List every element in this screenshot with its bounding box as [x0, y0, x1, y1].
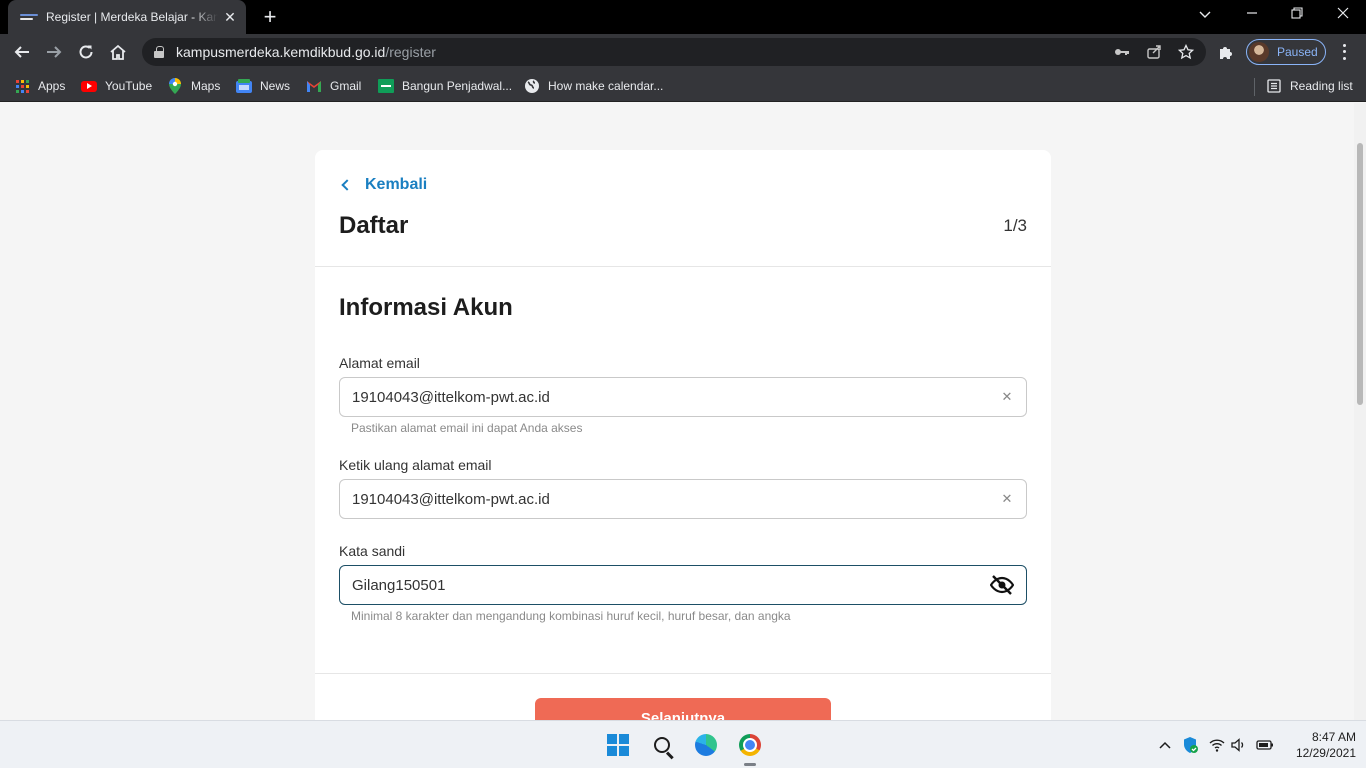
browser-toolbar: kampusmerdeka.kemdikbud.go.id /register …: [0, 34, 1366, 70]
footer-divider: [315, 673, 1051, 674]
email-confirm-input[interactable]: [352, 490, 1000, 508]
browser-tab[interactable]: Register | Merdeka Belajar - Kampus Merd…: [8, 0, 246, 34]
password-field[interactable]: [339, 565, 1027, 605]
home-icon[interactable]: [106, 40, 130, 64]
clear-email-icon[interactable]: ✕: [1000, 389, 1014, 404]
url-host: kampusmerdeka.kemdikbud.go.id: [176, 44, 386, 60]
address-bar[interactable]: kampusmerdeka.kemdikbud.go.id /register: [142, 38, 1206, 66]
email-input[interactable]: [352, 388, 1000, 406]
bookmark-label: News: [260, 79, 291, 93]
extensions-puzzle-icon[interactable]: [1214, 40, 1238, 64]
eye-off-icon[interactable]: [990, 573, 1014, 597]
password-hint: Minimal 8 karakter dan mengandung kombin…: [351, 609, 791, 623]
page-title: Daftar: [339, 212, 409, 239]
tab-title: Register | Merdeka Belajar - Kampus Merd…: [46, 10, 218, 24]
back-link-label: Kembali: [365, 176, 428, 193]
profile-button[interactable]: Paused: [1246, 39, 1326, 65]
globe-icon: [524, 78, 540, 94]
page-scrollbar[interactable]: [1354, 103, 1366, 720]
active-app-indicator: [744, 763, 756, 766]
bookmarks-divider: [1254, 78, 1255, 96]
browser-menu-icon[interactable]: [1336, 42, 1352, 62]
taskbar: 8:47 AM 12/29/2021: [0, 720, 1366, 768]
site-favicon-icon: [20, 12, 38, 22]
tab-close-icon[interactable]: ✕: [222, 9, 238, 26]
clock-time: 8:47 AM: [1311, 730, 1356, 744]
bookmark-apps[interactable]: Apps: [14, 76, 65, 96]
close-window-button[interactable]: [1333, 6, 1353, 22]
lock-icon[interactable]: [154, 46, 164, 58]
back-arrow-icon[interactable]: [10, 40, 34, 64]
next-button[interactable]: Selanjutnya: [535, 698, 831, 720]
reading-list-label: Reading list: [1290, 79, 1353, 93]
bookmarks-bar: Apps YouTube Maps News Gmail Bangun Penj…: [0, 70, 1366, 102]
back-link[interactable]: Kembali: [339, 176, 427, 194]
key-icon[interactable]: [1112, 42, 1132, 62]
battery-icon[interactable]: [1256, 735, 1274, 755]
email-field[interactable]: ✕: [339, 377, 1027, 417]
email-confirm-field[interactable]: ✕: [339, 479, 1027, 519]
email-label: Alamat email: [339, 355, 420, 371]
system-clock[interactable]: 8:47 AM 12/29/2021: [1280, 729, 1356, 761]
bookmark-label: Gmail: [330, 79, 362, 93]
bookmark-youtube[interactable]: YouTube: [81, 76, 152, 96]
header-divider: [315, 266, 1051, 267]
news-icon: [236, 78, 252, 94]
bookmark-news[interactable]: News: [236, 76, 290, 96]
password-label: Kata sandi: [339, 543, 406, 559]
sheets-icon: [378, 78, 394, 94]
forward-arrow-icon[interactable]: [42, 40, 66, 64]
windows-start-icon[interactable]: [604, 731, 632, 759]
apps-grid-icon: [14, 78, 30, 94]
scrollbar-thumb[interactable]: [1357, 143, 1363, 405]
chevron-left-icon: [341, 179, 353, 191]
gmail-icon: [306, 78, 322, 94]
tab-search-chevron-icon[interactable]: [1195, 6, 1215, 22]
minimize-button[interactable]: [1242, 6, 1262, 22]
maps-icon: [167, 78, 183, 94]
chrome-icon[interactable]: [736, 731, 764, 759]
avatar: [1249, 42, 1269, 62]
bookmark-maps[interactable]: Maps: [167, 76, 220, 96]
search-icon[interactable]: [648, 731, 676, 759]
page-viewport: Kembali Daftar 1/3 Informasi Akun Alamat…: [0, 103, 1366, 720]
section-title: Informasi Akun: [339, 294, 513, 321]
bookmark-star-icon[interactable]: [1176, 42, 1196, 62]
reading-list-button[interactable]: Reading list: [1266, 76, 1353, 96]
clear-email-confirm-icon[interactable]: ✕: [1000, 491, 1014, 506]
bookmark-label: Apps: [38, 79, 66, 93]
profile-status: Paused: [1277, 45, 1318, 59]
reading-list-icon: [1266, 78, 1282, 94]
bookmark-label: Maps: [191, 79, 221, 93]
url-path: /register: [385, 44, 436, 60]
reload-icon[interactable]: [74, 40, 98, 64]
security-shield-icon[interactable]: [1181, 735, 1199, 755]
step-indicator: 1/3: [1003, 216, 1027, 235]
youtube-icon: [81, 78, 97, 94]
restore-button[interactable]: [1287, 6, 1307, 22]
bookmark-label: Bangun Penjadwal...: [402, 79, 513, 93]
bookmark-how-make-calendar[interactable]: How make calendar...: [524, 76, 663, 96]
new-tab-button[interactable]: +: [260, 6, 280, 28]
browser-tab-strip: Register | Merdeka Belajar - Kampus Merd…: [0, 0, 1366, 34]
register-card: Kembali Daftar 1/3 Informasi Akun Alamat…: [315, 150, 1051, 720]
bookmark-label: YouTube: [105, 79, 153, 93]
volume-icon[interactable]: [1230, 735, 1248, 755]
password-input[interactable]: [352, 576, 990, 594]
bookmark-label: How make calendar...: [548, 79, 664, 93]
edge-icon[interactable]: [692, 731, 720, 759]
wifi-icon[interactable]: [1208, 735, 1226, 755]
bookmark-gmail[interactable]: Gmail: [306, 76, 361, 96]
email-confirm-label: Ketik ulang alamat email: [339, 457, 492, 473]
email-hint: Pastikan alamat email ini dapat Anda aks…: [351, 421, 583, 435]
clock-date: 12/29/2021: [1295, 746, 1356, 760]
bookmark-bangun-penjadwal[interactable]: Bangun Penjadwal...: [378, 76, 512, 96]
share-icon[interactable]: [1144, 42, 1164, 62]
chevron-up-icon[interactable]: [1156, 735, 1174, 755]
